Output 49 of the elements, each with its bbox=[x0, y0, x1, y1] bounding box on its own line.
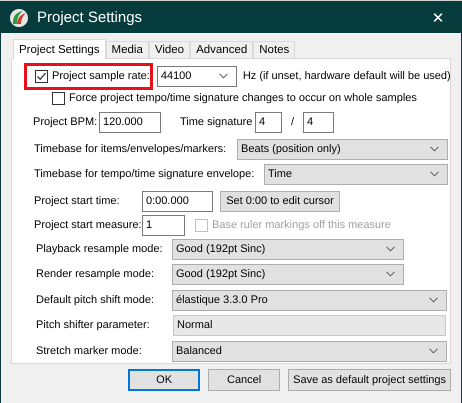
input-field[interactable]: 120.000 bbox=[99, 112, 161, 132]
field-label: Default pitch shift mode: bbox=[36, 294, 156, 306]
input-field[interactable]: 4 bbox=[303, 112, 334, 132]
chevron-icon bbox=[386, 271, 395, 277]
dialog-button[interactable]: OK bbox=[128, 369, 200, 391]
tab[interactable]: Video bbox=[148, 41, 190, 58]
tab[interactable]: Advanced bbox=[190, 41, 254, 58]
field-label: Pitch shifter parameter: bbox=[36, 319, 151, 331]
field-label: Hz (if unset, hardware default will be used) bbox=[242, 70, 451, 82]
field-label: Playback resample mode: bbox=[36, 243, 164, 255]
checkbox-label: Base ruler markings off this measure bbox=[212, 219, 391, 231]
input-field[interactable]: 0:00.000 bbox=[142, 190, 213, 212]
dropdown[interactable]: élastique 3.3.0 Pro bbox=[172, 290, 447, 310]
chevron-icon bbox=[218, 73, 228, 79]
tab[interactable]: Media bbox=[106, 41, 149, 58]
cursor-button[interactable]: Set 0:00 to edit cursor bbox=[220, 190, 340, 212]
checkbox[interactable] bbox=[52, 92, 65, 104]
field-label: Timebase for items/envelopes/markers: bbox=[34, 143, 228, 155]
dropdown[interactable]: Beats (position only) bbox=[237, 138, 448, 160]
dropdown[interactable]: Balanced bbox=[172, 340, 447, 362]
input-field[interactable]: 4 bbox=[255, 112, 282, 132]
input-field[interactable]: 1 bbox=[142, 214, 185, 236]
dropdown[interactable]: Good (192pt Sinc) bbox=[172, 238, 404, 260]
chevron-icon bbox=[429, 297, 438, 303]
chevron-icon bbox=[430, 171, 439, 177]
dialog-button[interactable]: Cancel bbox=[208, 369, 280, 391]
field-label: Project start time: bbox=[34, 195, 121, 207]
app-logo-icon bbox=[9, 8, 29, 28]
chevron-icon bbox=[429, 348, 438, 354]
field-label: Stretch marker mode: bbox=[36, 345, 143, 357]
chevron-icon bbox=[430, 146, 439, 152]
checkbox-label: Project sample rate: bbox=[52, 70, 150, 82]
field-label: Timebase for tempo/time signature envelope: bbox=[34, 168, 256, 180]
field-label: Render resample mode: bbox=[36, 268, 156, 280]
window-title: Project Settings bbox=[37, 9, 144, 26]
dropdown[interactable]: Good (192pt Sinc) bbox=[172, 264, 404, 284]
chevron-icon bbox=[386, 246, 395, 252]
tab[interactable]: Notes bbox=[253, 41, 296, 58]
field-label: Time signature bbox=[180, 116, 254, 128]
tab[interactable]: Project Settings bbox=[13, 39, 106, 59]
dropdown[interactable]: 44100 bbox=[156, 66, 237, 86]
close-button[interactable]: ✕ bbox=[415, 2, 461, 33]
dropdown[interactable]: Time bbox=[264, 164, 448, 184]
field-label: / bbox=[290, 116, 296, 128]
field-label: Project start measure: bbox=[34, 219, 142, 231]
field-label: Project BPM: bbox=[33, 116, 98, 128]
checkbox[interactable] bbox=[35, 70, 48, 82]
checkbox-label: Force project tempo/time signature changes to occur on whole samples bbox=[69, 92, 417, 104]
dialog-button[interactable]: Save as default project settings bbox=[288, 369, 451, 391]
